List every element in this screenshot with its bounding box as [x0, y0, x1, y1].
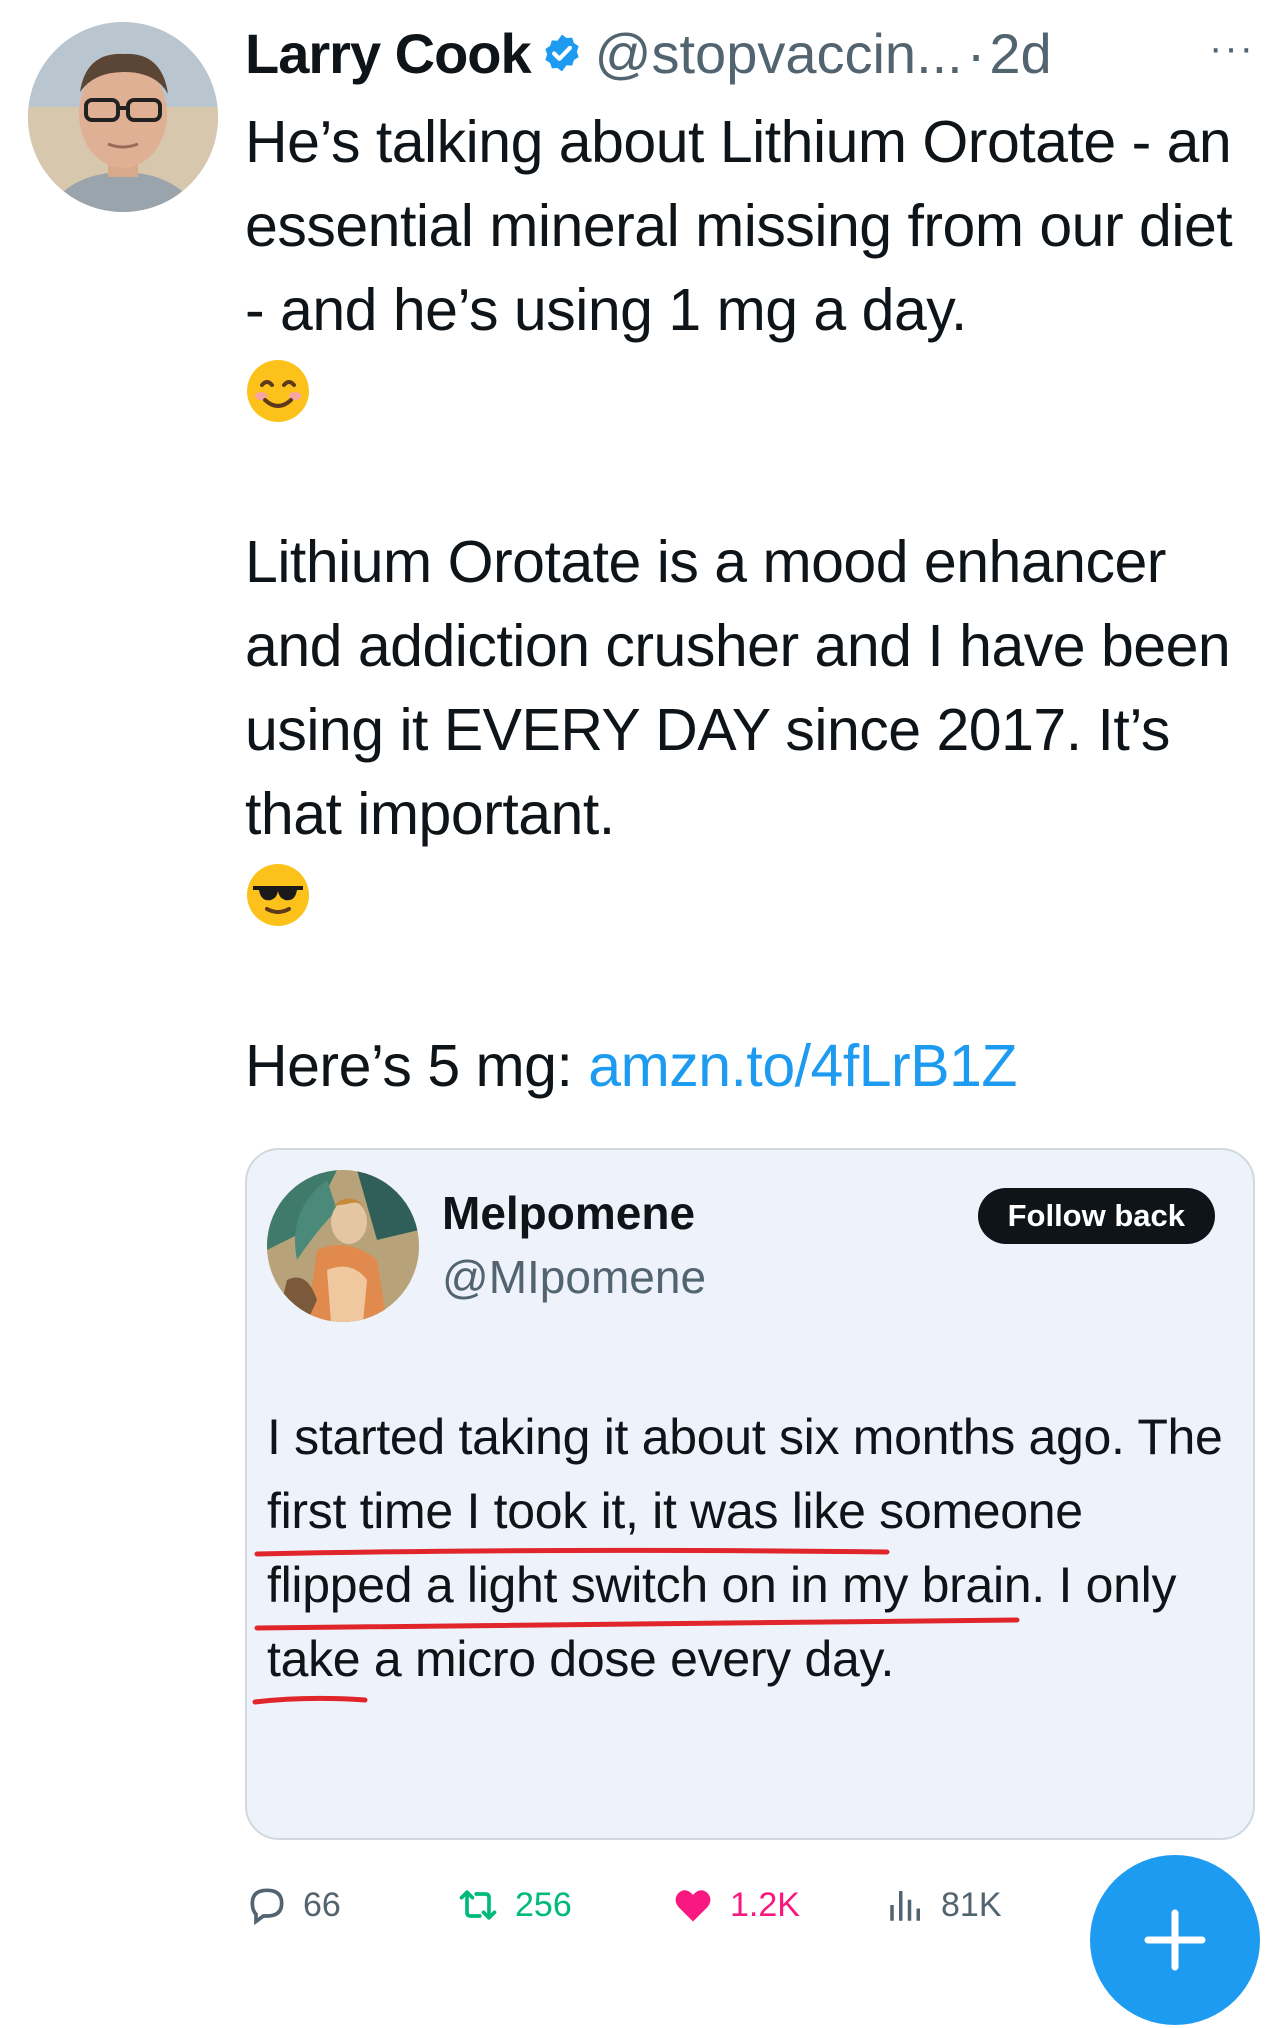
like-count: 1.2K [730, 1885, 800, 1924]
tweet-paragraph-2: Lithium Orotate is a mood enhancer and a… [245, 520, 1265, 940]
tweet-line-2: Lithium Orotate is a mood enhancer and a… [245, 529, 1231, 847]
tweet-paragraph-3: Here’s 5 mg: amzn.to/4fLrB1Z [245, 1024, 1265, 1108]
reply-button[interactable]: 66 [245, 1875, 341, 1935]
views-count: 81K [941, 1885, 1002, 1924]
tweet-header: Larry Cook @stopvaccin... · 2d ··· [245, 18, 1255, 88]
tweet-line-3: Here’s 5 mg: [245, 1033, 589, 1099]
views-chart-icon [890, 1891, 920, 1921]
separator-dot: · [966, 21, 986, 85]
author-avatar[interactable] [28, 22, 218, 212]
author-handle[interactable]: @stopvaccin... [595, 21, 963, 86]
quote-author-handle[interactable]: @MIpomene [442, 1250, 706, 1304]
verified-badge-icon [541, 32, 583, 74]
tweet-time[interactable]: 2d [989, 21, 1051, 86]
views-button[interactable]: 81K [885, 1875, 1002, 1935]
amazon-link[interactable]: amzn.to/4fLrB1Z [588, 1033, 1017, 1099]
follow-back-button[interactable]: Follow back [977, 1188, 1215, 1244]
retweet-count: 256 [515, 1885, 572, 1924]
quote-text-part-1: I started taking it about six months ago… [267, 1409, 1138, 1465]
reply-count: 66 [303, 1885, 341, 1924]
tweet-text: He’s talking about Lithium Orotate - an … [245, 100, 1265, 1108]
quote-author-avatar[interactable] [267, 1170, 419, 1322]
tweet-paragraph-1: He’s talking about Lithium Orotate - an … [245, 100, 1265, 436]
plus-icon [1144, 1909, 1206, 1971]
quote-text: I started taking it about six months ago… [267, 1400, 1237, 1696]
smiling-face-emoji-icon [245, 358, 311, 424]
retweet-icon [459, 1890, 497, 1920]
more-options-icon[interactable]: ··· [1209, 26, 1255, 71]
retweet-button[interactable]: 256 [455, 1875, 572, 1935]
tweet-line-1: He’s talking about Lithium Orotate - an … [245, 109, 1233, 343]
heart-icon [675, 1890, 711, 1922]
sunglasses-face-emoji-icon [245, 862, 311, 928]
author-name[interactable]: Larry Cook [245, 21, 532, 86]
like-button[interactable]: 1.2K [670, 1875, 800, 1935]
quoted-tweet[interactable]: Melpomene @MIpomene Follow back I starte… [245, 1148, 1255, 1840]
avatar-photo [28, 22, 218, 212]
compose-tweet-button[interactable] [1090, 1855, 1260, 2025]
reply-icon [250, 1888, 284, 1926]
quote-avatar-painting [267, 1170, 419, 1322]
quote-author-name[interactable]: Melpomene [442, 1186, 695, 1240]
